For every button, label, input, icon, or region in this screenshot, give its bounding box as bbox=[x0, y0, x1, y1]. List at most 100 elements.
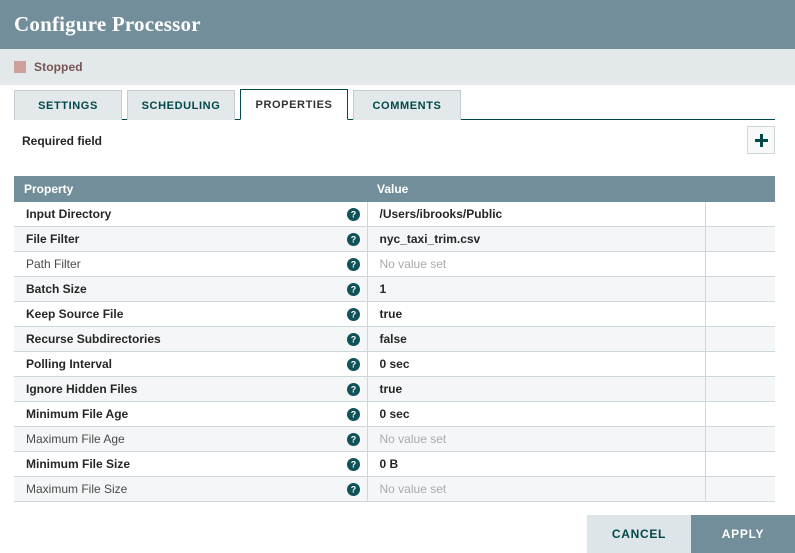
apply-button[interactable]: APPLY bbox=[691, 515, 795, 553]
status-bar: Stopped bbox=[0, 49, 795, 85]
property-actions-cell[interactable] bbox=[704, 202, 775, 227]
help-circle-icon[interactable]: ? bbox=[347, 233, 361, 247]
property-value-cell[interactable]: nyc_taxi_trim.csv bbox=[366, 226, 705, 252]
tab-settings[interactable]: SETTINGS bbox=[14, 90, 122, 120]
column-header-help bbox=[341, 176, 367, 202]
property-value-cell[interactable]: 1 bbox=[366, 276, 705, 302]
property-name-cell: Keep Source File bbox=[14, 301, 341, 327]
table-row[interactable]: Minimum File Size? 0 B bbox=[14, 451, 775, 477]
property-value-cell[interactable]: No value set bbox=[366, 476, 705, 502]
property-name-cell: Ignore Hidden Files bbox=[14, 376, 341, 402]
property-value-cell[interactable]: 0 B bbox=[366, 451, 705, 477]
property-actions-cell[interactable] bbox=[704, 251, 775, 277]
table-row[interactable]: File Filter? nyc_taxi_trim.csv bbox=[14, 226, 775, 252]
property-actions-cell[interactable] bbox=[704, 376, 775, 402]
property-actions-cell[interactable] bbox=[704, 476, 775, 502]
table-row[interactable]: Maximum File Size? No value set bbox=[14, 476, 775, 502]
help-circle-icon[interactable]: ? bbox=[347, 283, 361, 297]
property-help-cell[interactable]: ? bbox=[341, 226, 367, 252]
dialog-footer: CANCEL APPLY bbox=[0, 515, 795, 553]
property-value-cell[interactable]: true bbox=[366, 376, 705, 402]
help-circle-icon[interactable]: ? bbox=[347, 408, 361, 422]
property-value-cell[interactable]: false bbox=[366, 326, 705, 352]
property-help-cell[interactable]: ? bbox=[341, 451, 367, 477]
property-actions-cell[interactable] bbox=[704, 276, 775, 302]
property-actions-cell[interactable] bbox=[704, 401, 775, 427]
property-name-cell: Input Directory bbox=[14, 202, 341, 227]
help-circle-icon[interactable]: ? bbox=[347, 333, 361, 347]
table-row[interactable]: Polling Interval? 0 sec bbox=[14, 351, 775, 377]
property-value-cell[interactable]: true bbox=[366, 301, 705, 327]
property-help-cell[interactable]: ? bbox=[341, 276, 367, 302]
property-actions-cell[interactable] bbox=[704, 351, 775, 377]
property-help-cell[interactable]: ? bbox=[341, 251, 367, 277]
cancel-button[interactable]: CANCEL bbox=[587, 515, 691, 553]
property-help-cell[interactable]: ? bbox=[341, 202, 367, 227]
tab-scheduling[interactable]: SCHEDULING bbox=[127, 90, 235, 120]
svg-text:?: ? bbox=[351, 485, 357, 495]
tab-properties[interactable]: PROPERTIES bbox=[240, 89, 348, 120]
svg-text:?: ? bbox=[351, 310, 357, 320]
help-circle-icon[interactable]: ? bbox=[347, 208, 361, 222]
svg-text:?: ? bbox=[351, 285, 357, 295]
property-actions-cell[interactable] bbox=[704, 451, 775, 477]
property-value-cell[interactable]: 0 sec bbox=[366, 401, 705, 427]
property-value-cell[interactable]: No value set bbox=[366, 426, 705, 452]
status-badge: Stopped bbox=[34, 60, 83, 74]
table-row[interactable]: Recurse Subdirectories? false bbox=[14, 326, 775, 352]
table-row[interactable]: Input Directory? /Users/ibrooks/Public bbox=[14, 202, 775, 227]
table-row[interactable]: Maximum File Age? No value set bbox=[14, 426, 775, 452]
property-name-cell: Maximum File Age bbox=[14, 426, 341, 452]
svg-text:?: ? bbox=[351, 385, 357, 395]
table-row[interactable]: Path Filter? No value set bbox=[14, 251, 775, 277]
help-circle-icon[interactable]: ? bbox=[347, 483, 361, 497]
property-name-cell: Polling Interval bbox=[14, 351, 341, 377]
add-property-button[interactable] bbox=[747, 126, 775, 154]
required-field-label: Required field bbox=[22, 134, 103, 148]
property-help-cell[interactable]: ? bbox=[341, 326, 367, 352]
svg-text:?: ? bbox=[351, 335, 357, 345]
table-header-row: Property Value bbox=[14, 176, 775, 202]
svg-text:?: ? bbox=[351, 435, 357, 445]
svg-text:?: ? bbox=[351, 360, 357, 370]
property-name-cell: Batch Size bbox=[14, 276, 341, 302]
property-actions-cell[interactable] bbox=[704, 426, 775, 452]
property-value-cell[interactable]: 0 sec bbox=[366, 351, 705, 377]
help-circle-icon[interactable]: ? bbox=[347, 258, 361, 272]
help-circle-icon[interactable]: ? bbox=[347, 458, 361, 472]
property-help-cell[interactable]: ? bbox=[341, 476, 367, 502]
property-actions-cell[interactable] bbox=[704, 326, 775, 352]
plus-icon bbox=[754, 133, 769, 148]
property-name-cell: Maximum File Size bbox=[14, 476, 341, 502]
tab-comments[interactable]: COMMENTS bbox=[353, 90, 461, 120]
property-help-cell[interactable]: ? bbox=[341, 426, 367, 452]
property-name-cell: File Filter bbox=[14, 226, 341, 252]
dialog-header: Configure Processor bbox=[0, 0, 795, 49]
help-circle-icon[interactable]: ? bbox=[347, 308, 361, 322]
property-value-cell[interactable]: /Users/ibrooks/Public bbox=[366, 202, 705, 227]
property-name-cell: Recurse Subdirectories bbox=[14, 326, 341, 352]
svg-text:?: ? bbox=[351, 410, 357, 420]
property-value-cell[interactable]: No value set bbox=[366, 251, 705, 277]
help-circle-icon[interactable]: ? bbox=[347, 433, 361, 447]
help-circle-icon[interactable]: ? bbox=[347, 358, 361, 372]
property-help-cell[interactable]: ? bbox=[341, 351, 367, 377]
table-row[interactable]: Minimum File Age? 0 sec bbox=[14, 401, 775, 427]
table-row[interactable]: Keep Source File? true bbox=[14, 301, 775, 327]
column-header-property: Property bbox=[14, 176, 341, 202]
property-actions-cell[interactable] bbox=[704, 226, 775, 252]
property-help-cell[interactable]: ? bbox=[341, 301, 367, 327]
property-help-cell[interactable]: ? bbox=[341, 376, 367, 402]
help-circle-icon[interactable]: ? bbox=[347, 383, 361, 397]
properties-table: Property Value Input Directory? /Users/ib… bbox=[14, 176, 775, 502]
status-indicator-icon bbox=[14, 61, 26, 73]
table-body: Input Directory?/Users/ibrooks/Public Fil… bbox=[14, 202, 775, 502]
property-help-cell[interactable]: ? bbox=[341, 401, 367, 427]
properties-toolbar: Required field bbox=[0, 120, 795, 162]
svg-text:?: ? bbox=[351, 260, 357, 270]
table-row[interactable]: Batch Size? 1 bbox=[14, 276, 775, 302]
property-actions-cell[interactable] bbox=[704, 301, 775, 327]
property-name-cell: Minimum File Age bbox=[14, 401, 341, 427]
property-name-cell: Path Filter bbox=[14, 251, 341, 277]
table-row[interactable]: Ignore Hidden Files? true bbox=[14, 376, 775, 402]
